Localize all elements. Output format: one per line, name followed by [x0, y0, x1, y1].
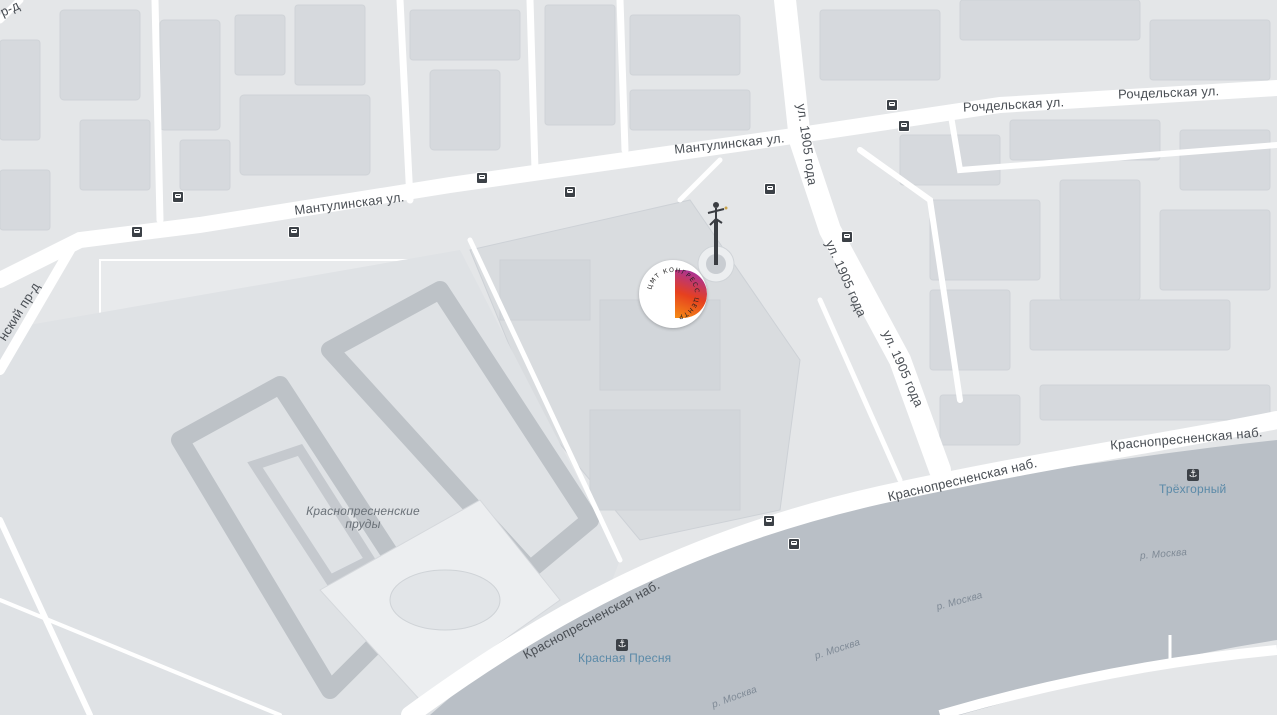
anchor-icon[interactable]: ⚓ — [1187, 469, 1199, 481]
anchor-icon[interactable]: ⚓ — [616, 639, 628, 651]
congress-center-logo[interactable]: ЦМТ КОНГРЕСС ЦЕНТР — [639, 260, 707, 328]
bus-stop-icon[interactable] — [788, 538, 800, 550]
park-label-ponds: Краснопресненские пруды — [306, 504, 420, 531]
bus-stop-icon[interactable] — [564, 186, 576, 198]
bus-stop-icon[interactable] — [131, 226, 143, 238]
bus-stop-icon[interactable] — [841, 231, 853, 243]
map-base-layer — [0, 0, 1277, 715]
bus-stop-icon[interactable] — [172, 191, 184, 203]
svg-text:ЦМТ КОНГРЕСС ЦЕНТР: ЦМТ КОНГРЕСС ЦЕНТР — [646, 267, 700, 321]
monument-icon[interactable] — [700, 195, 732, 267]
bus-stop-icon[interactable] — [763, 515, 775, 527]
bus-stop-icon[interactable] — [898, 120, 910, 132]
bus-stop-icon[interactable] — [288, 226, 300, 238]
bus-stop-icon[interactable] — [886, 99, 898, 111]
street-label-rochdelskaya: Рочдельская ул. — [1117, 83, 1220, 102]
pier-label-trekhgorny[interactable]: Трёхгорный — [1159, 483, 1226, 496]
bus-stop-icon[interactable] — [764, 183, 776, 195]
bus-stop-icon[interactable] — [476, 172, 488, 184]
pier-label-krasnaya-presnya[interactable]: Красная Пресня — [578, 652, 671, 665]
map-canvas[interactable]: ЦМТ КОНГРЕСС ЦЕНТР ⚓ ⚓ Рочдельская ул. Р… — [0, 0, 1277, 715]
logo-ring-text: ЦМТ КОНГРЕСС ЦЕНТР — [646, 267, 700, 321]
